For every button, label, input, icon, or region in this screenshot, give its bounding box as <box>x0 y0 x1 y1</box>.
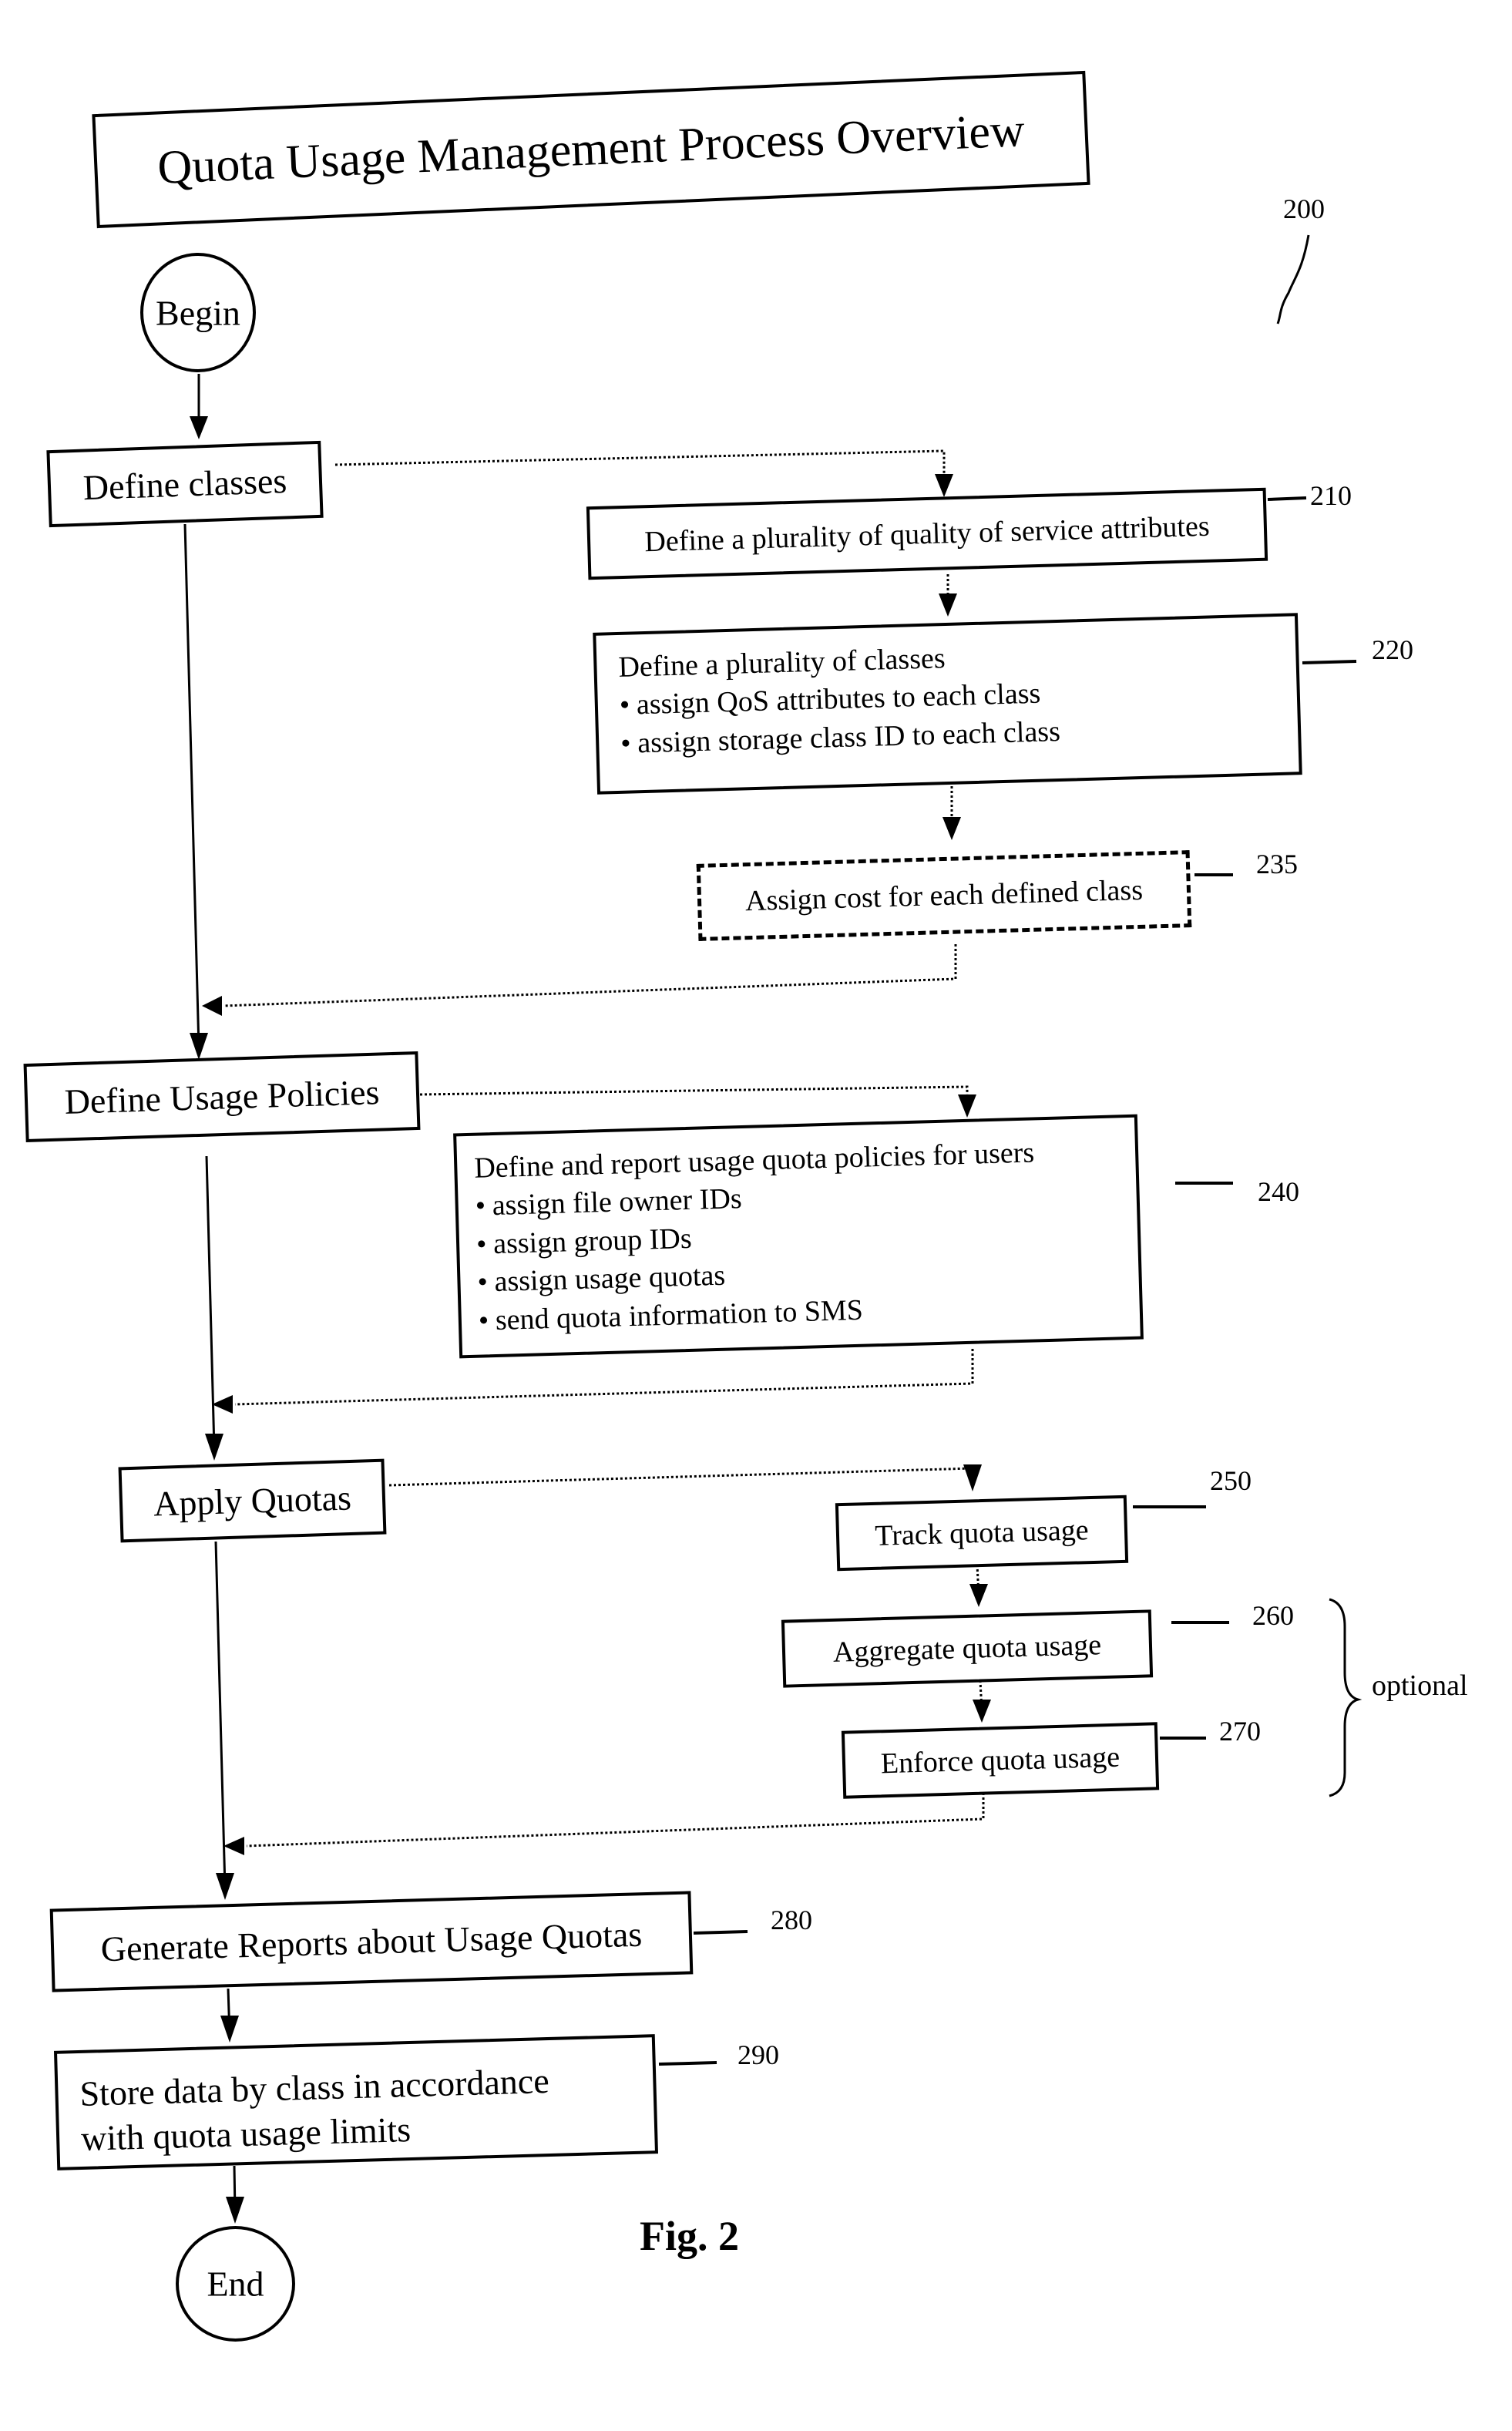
step-260-aggregate: Aggregate quota usage <box>781 1609 1154 1688</box>
assign-cost-label: Assign cost for each defined class <box>744 873 1144 918</box>
figure-caption: Fig. 2 <box>640 2213 739 2259</box>
ref-210: 210 <box>1310 480 1352 511</box>
arrowhead <box>212 1395 233 1414</box>
apply-quotas-label: Apply Quotas <box>153 1478 352 1524</box>
dotted-235-back <box>223 944 957 1007</box>
arrowhead <box>190 1033 208 1060</box>
line-apply-down <box>214 1541 227 1889</box>
arrowhead <box>202 996 222 1016</box>
policies-content: Define and report usage quota policies f… <box>474 1134 1040 1340</box>
ref-250: 250 <box>1210 1465 1252 1496</box>
arrowhead <box>942 817 961 840</box>
optional-brace <box>1329 1598 1362 1797</box>
step-250-track: Track quota usage <box>835 1495 1129 1572</box>
ref-270: 270 <box>1219 1716 1261 1747</box>
arrowhead <box>216 1873 234 1900</box>
store-data-content: Store data by class in accordance with q… <box>79 2059 551 2160</box>
ref-235: 235 <box>1256 849 1298 879</box>
ref-260: 260 <box>1252 1600 1294 1631</box>
generate-reports-label: Generate Reports about Usage Quotas <box>100 1914 643 1969</box>
ref-200-leader <box>1276 234 1310 324</box>
qos-attributes-label: Define a plurality of quality of service… <box>643 509 1211 558</box>
arrowhead <box>973 1700 991 1723</box>
ref-200: 200 <box>1283 193 1325 224</box>
dotted-240-back <box>234 1349 974 1406</box>
step-define-classes: Define classes <box>46 440 324 528</box>
step-235-assign-cost: Assign cost for each defined class <box>696 850 1192 941</box>
arrowhead <box>958 1094 976 1118</box>
page-title: Quota Usage Management Process Overview <box>156 103 1026 195</box>
ref-220: 220 <box>1372 634 1413 665</box>
enforce-label: Enforce quota usage <box>880 1740 1121 1780</box>
arrowhead <box>963 1464 982 1491</box>
arrowhead <box>220 2016 239 2043</box>
ref-290: 290 <box>738 2039 779 2070</box>
classes-content: Define a plurality of classes assign QoS… <box>618 637 1061 763</box>
step-220-classes: Define a plurality of classes assign QoS… <box>593 613 1302 795</box>
step-define-usage-policies: Define Usage Policies <box>23 1051 421 1143</box>
define-classes-label: Define classes <box>82 460 287 508</box>
ref-280: 280 <box>771 1905 812 1935</box>
arrowhead <box>969 1584 988 1607</box>
arrowhead <box>223 1837 244 1855</box>
begin-label: Begin <box>156 293 240 332</box>
arrowhead <box>190 416 208 439</box>
dotted-apply-to-250 <box>388 1467 974 1487</box>
arrowhead <box>226 2197 244 2224</box>
end-node: End <box>176 2226 295 2342</box>
line-policies-down <box>205 1155 216 1450</box>
dotted-policies-to-240 <box>419 1085 969 1110</box>
arrowhead <box>205 1434 223 1461</box>
line-define-classes-down <box>183 523 200 1049</box>
arrowhead <box>935 474 953 497</box>
track-label: Track quota usage <box>874 1514 1090 1552</box>
define-usage-policies-label: Define Usage Policies <box>63 1072 381 1121</box>
step-240-policies: Define and report usage quota policies f… <box>453 1114 1144 1359</box>
aggregate-label: Aggregate quota usage <box>832 1629 1102 1669</box>
step-270-enforce: Enforce quota usage <box>841 1722 1160 1799</box>
step-290-store-data: Store data by class in accordance with q… <box>53 2034 659 2170</box>
step-apply-quotas: Apply Quotas <box>118 1458 387 1543</box>
arrowhead <box>939 593 957 617</box>
end-label: End <box>207 2264 264 2304</box>
dotted-classes-to-210 <box>334 449 946 493</box>
begin-node: Begin <box>140 253 256 372</box>
optional-label: optional <box>1372 1669 1468 1702</box>
ref-240: 240 <box>1258 1176 1299 1207</box>
